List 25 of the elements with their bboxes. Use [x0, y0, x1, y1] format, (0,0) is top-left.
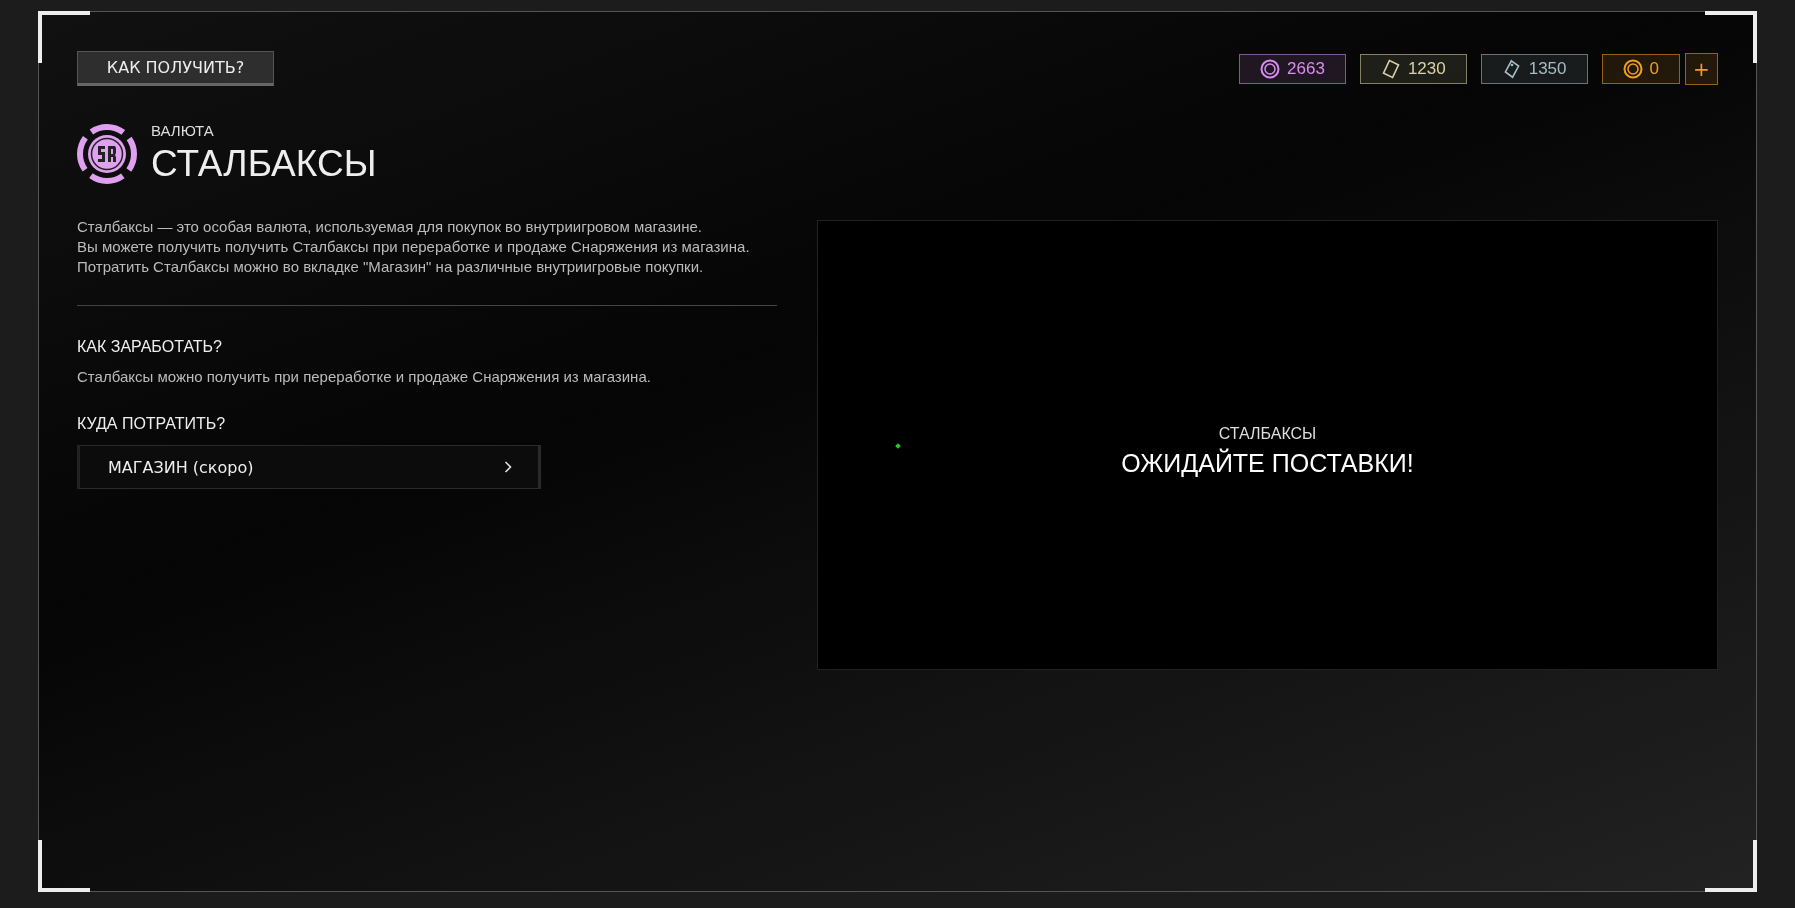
currency-amount: 2663 — [1287, 58, 1325, 79]
frame-corner — [38, 840, 90, 892]
currency-amount: 1230 — [1407, 58, 1446, 79]
description-text: Сталбаксы — это особая валюта, используемая для покупок во внутриигровом магазине. — [77, 217, 703, 237]
ticket-icon — [1380, 58, 1401, 79]
preview-caption: СТАЛБАКСЫ — [1218, 424, 1317, 443]
earn-text: Сталбаксы можно получить при переработке и продаже Снаряжения из магазина. — [77, 368, 652, 385]
coin-icon — [1622, 58, 1643, 79]
section-subtitle: ВАЛЮТА — [151, 122, 215, 139]
description-text: Потратить Сталбаксы можно во вкладке "Магазин" на различные внутриигровые покупки. — [77, 257, 705, 277]
spend-heading: КУДА ПОТРАТИТЬ? — [77, 415, 227, 433]
how-to-get-button[interactable]: КАК ПОЛУЧИТЬ? — [77, 51, 274, 86]
chevron-right-icon — [504, 461, 512, 473]
currency-amount: 0 — [1649, 58, 1659, 79]
currency-amount: 1350 — [1528, 58, 1567, 79]
description-text: Вы можете получить получить Сталбаксы при переработке и продаже Снаряжения из магазина. — [77, 237, 751, 257]
preview-message: ОЖИДАЙТЕ ПОСТАВКИ! — [1121, 448, 1414, 478]
frame-corner — [1705, 11, 1757, 63]
shop-link-button[interactable]: МАГАЗИН (скоро) — [77, 445, 541, 489]
currency-coin-icon — [77, 123, 137, 184]
currency-title: СТАЛБАКСЫ — [151, 143, 377, 185]
earn-heading: КАК ЗАРАБОТАТЬ? — [77, 338, 223, 356]
add-currency-button[interactable]: + — [1685, 52, 1718, 85]
coin-icon — [1260, 58, 1281, 79]
frame-corner — [1705, 840, 1757, 892]
